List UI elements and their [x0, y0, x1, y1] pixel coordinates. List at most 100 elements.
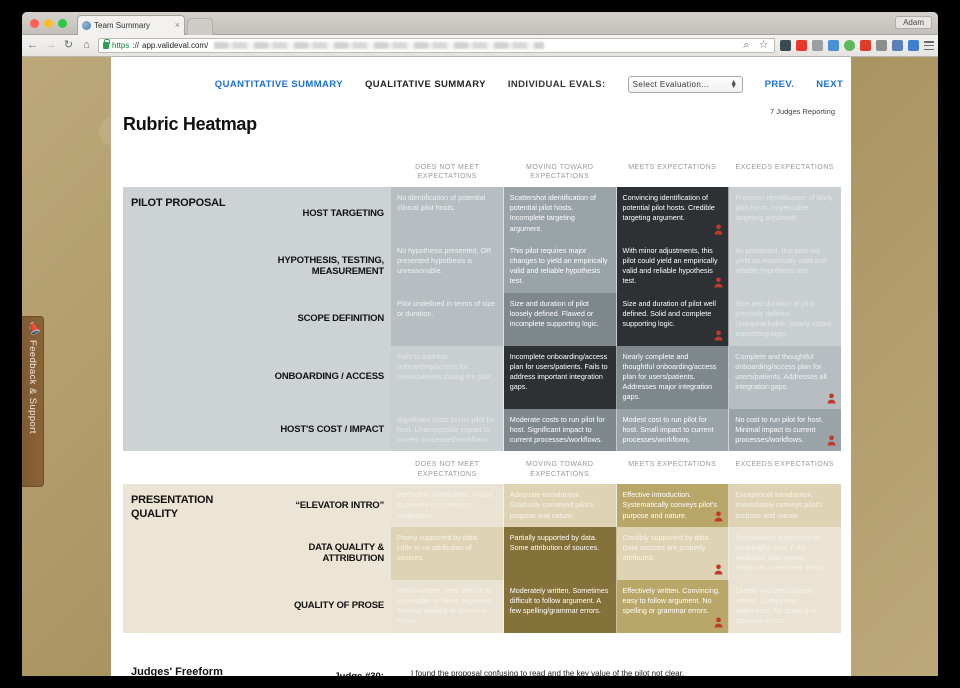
extension-icon-6[interactable] — [860, 40, 871, 51]
heatmap-cell[interactable]: Adequate introduction. Gradually conveye… — [503, 484, 617, 527]
column-header-0: DOES NOT MEET EXPECTATIONS — [415, 164, 480, 181]
heatmap-cell[interactable]: Size and duration of pilot loosely defin… — [503, 292, 617, 346]
heatmap-cell[interactable]: Moderately written. Sometimes difficult … — [503, 579, 617, 633]
heatmap-cell[interactable]: This pilot requires major changes to yie… — [503, 239, 617, 293]
minimize-window-button[interactable] — [44, 19, 53, 28]
judge-marker-icon — [714, 564, 723, 575]
heatmap-cell[interactable]: Ineffective introduction. Failed to prov… — [391, 484, 504, 527]
browser-tab[interactable]: Team Summary × — [77, 15, 185, 35]
close-tab-icon[interactable]: × — [175, 21, 180, 30]
window-controls[interactable] — [30, 19, 67, 28]
section-label: PILOT PROPOSAL — [123, 186, 241, 452]
heatmap-cell[interactable]: Convincing identification of potential p… — [616, 186, 730, 240]
evaluation-select[interactable]: Select Evaluation... ▲ ▼ — [627, 76, 743, 93]
section-rows: HOST TARGETING No identification of poten… — [241, 186, 841, 452]
column-header-3: EXCEEDS EXPECTATIONS — [735, 164, 834, 171]
tab-quantitative-summary[interactable]: QUANTITATIVE SUMMARY — [215, 79, 343, 90]
comment-row: Judge #30: VIEW THIS EVALUATION I found … — [241, 666, 841, 676]
heatmap-cell[interactable]: Exceptional introduction. Immediately co… — [729, 484, 841, 527]
heatmap-cell[interactable]: Moderate costs to run pilot for host. Si… — [503, 408, 617, 452]
heatmap-cell[interactable]: Nearly complete and thoughtful onboardin… — [616, 345, 730, 409]
heatmap-row: DATA QUALITY & ATTRIBUTION Poorly support… — [241, 526, 841, 580]
next-button[interactable]: NEXT — [816, 79, 843, 90]
browser-window: Team Summary × Adam ← → ↻ ⌂ https://app.… — [22, 12, 938, 676]
back-icon[interactable]: ← — [26, 40, 39, 51]
zoom-icon[interactable]: ⌕ — [740, 40, 753, 51]
omnibox-actions: ⌕ ☆ — [740, 40, 770, 51]
heatmap-cell[interactable]: Modest cost to run pilot for host. Small… — [616, 408, 730, 452]
judge-marker-icon — [827, 435, 836, 446]
comments-title: Judges' Freeform Comments — [131, 665, 223, 676]
heatmap-cell[interactable]: Partially supported by data. Some attrib… — [503, 526, 617, 580]
heatmap-row: ONBOARDING / ACCESS Fails to address onbo… — [241, 345, 841, 409]
criterion-label: ONBOARDING / ACCESS — [241, 345, 391, 409]
comment-list: Judge #30: VIEW THIS EVALUATION I found … — [241, 666, 841, 676]
heatmap-cell[interactable]: No cost to run pilot for host. Minimal i… — [729, 408, 841, 452]
maximize-window-button[interactable] — [58, 19, 67, 28]
judge-marker-icon — [714, 277, 723, 288]
judge-marker-icon — [714, 616, 723, 628]
heatmap-cell[interactable]: Fails to address onboarding/access for u… — [391, 345, 504, 409]
criterion-label: HYPOTHESIS, TESTING, MEASUREMENT — [241, 239, 391, 293]
heatmap-cell[interactable]: No hypothesis presented, OR presented hy… — [391, 239, 504, 293]
heatmap-cell[interactable]: Size and duration of pilot well defined.… — [616, 292, 730, 346]
url-separator: :// — [132, 41, 140, 50]
forward-icon[interactable]: → — [44, 40, 57, 51]
home-icon[interactable]: ⌂ — [80, 40, 93, 51]
bookmark-star-icon[interactable]: ☆ — [757, 40, 770, 51]
heatmap-cell[interactable]: Clearly and persuasively written. Compel… — [729, 579, 841, 633]
extension-icon-5[interactable] — [844, 40, 855, 51]
reload-icon[interactable]: ↻ — [62, 40, 75, 51]
extension-icon-8[interactable] — [892, 40, 903, 51]
heatmap-cell[interactable]: With minor adjustments, this pilot could… — [616, 239, 730, 293]
address-bar[interactable]: https://app.valideval.com/ ⌕ ☆ — [98, 38, 775, 53]
heatmap-cell[interactable]: Poorly written. Very difficult to imposs… — [391, 579, 504, 633]
heatmap-column-headers: DOES NOT MEET EXPECTATIONS MOVING TOWARD … — [123, 163, 841, 187]
extension-icon-7[interactable] — [876, 40, 887, 51]
extension-icon-4[interactable] — [828, 40, 839, 51]
extension-icon-2[interactable] — [796, 40, 807, 51]
heatmap-cell[interactable]: Incomplete onboarding/access plan for us… — [503, 345, 617, 409]
heatmap-cell[interactable]: Pilot undefined in terms of size or dura… — [391, 292, 504, 346]
browser-menu-icon[interactable] — [924, 41, 934, 50]
section-rows: “ELEVATOR INTRO” Ineffective introduction… — [241, 484, 841, 633]
criterion-label: “ELEVATOR INTRO” — [241, 484, 391, 527]
judges-freeform-comments: Judges' Freeform Comments Judge #30: VIE… — [111, 642, 851, 676]
heatmap-cell[interactable]: Credibly supported by data. Data sources… — [616, 526, 730, 580]
extension-icon-1[interactable] — [780, 40, 791, 51]
url-host: app.valideval.com/ — [142, 41, 209, 50]
column-header-1: MOVING TOWARD EXPECTATIONS — [526, 461, 594, 478]
heatmap-cell[interactable]: Significant costs to run pilot for host.… — [391, 408, 504, 452]
heatmap-cell[interactable]: Effective introduction. Systematically c… — [616, 484, 730, 527]
extension-icon-3[interactable] — [812, 40, 823, 51]
heatmap-cell[interactable]: Persuasively supported by meaningful dat… — [729, 526, 841, 580]
rubric-heatmap: DOES NOT MEET EXPECTATIONS MOVING TOWARD … — [111, 163, 851, 642]
heatmap-row: HOST TARGETING No identification of poten… — [241, 186, 841, 240]
heatmap-cell[interactable]: Poorly supported by data. Little to no a… — [391, 526, 504, 580]
heatmap-cell[interactable]: Size and duration of pilot precisely def… — [729, 292, 841, 346]
tab-qualitative-summary[interactable]: QUALITATIVE SUMMARY — [365, 79, 486, 90]
heatmap-cell[interactable]: Scattershot identification of potential … — [503, 186, 617, 240]
megaphone-icon: 📣 — [26, 321, 39, 336]
judge-marker-icon — [714, 224, 723, 235]
heatmap-row: HYPOTHESIS, TESTING, MEASUREMENT No hypot… — [241, 239, 841, 293]
heatmap-cell[interactable]: No identification of potential clinical … — [391, 186, 504, 240]
column-header-3: EXCEEDS EXPECTATIONS — [735, 461, 834, 469]
heatmap-cell[interactable]: Precision identification of likely pilot… — [729, 186, 841, 240]
comment-judge: Judge #30: VIEW THIS EVALUATION — [241, 666, 391, 676]
header-spacer — [123, 460, 391, 479]
profile-button[interactable]: Adam — [895, 16, 932, 29]
new-tab-button[interactable] — [187, 18, 213, 35]
judges-reporting-count: 7 Judges Reporting — [769, 107, 835, 116]
heatmap-cell[interactable]: As presented, this pilot will yield an e… — [729, 239, 841, 293]
extension-icon-9[interactable] — [908, 40, 919, 51]
feedback-support-tab[interactable]: 📣 Feedback & Support — [22, 316, 44, 487]
heatmap-cell[interactable]: Complete and thoughtful onboarding/acces… — [729, 345, 841, 409]
feedback-support-label: Feedback & Support — [27, 340, 38, 434]
heatmap-cell[interactable]: Effectively written. Convincing, easy to… — [616, 579, 730, 633]
judge-marker-icon — [714, 511, 723, 522]
close-window-button[interactable] — [30, 19, 39, 28]
top-navigation: QUANTITATIVE SUMMARY QUALITATIVE SUMMARY… — [207, 57, 851, 93]
prev-button[interactable]: PREV. — [765, 79, 795, 90]
page-title: Rubric Heatmap — [123, 114, 257, 134]
